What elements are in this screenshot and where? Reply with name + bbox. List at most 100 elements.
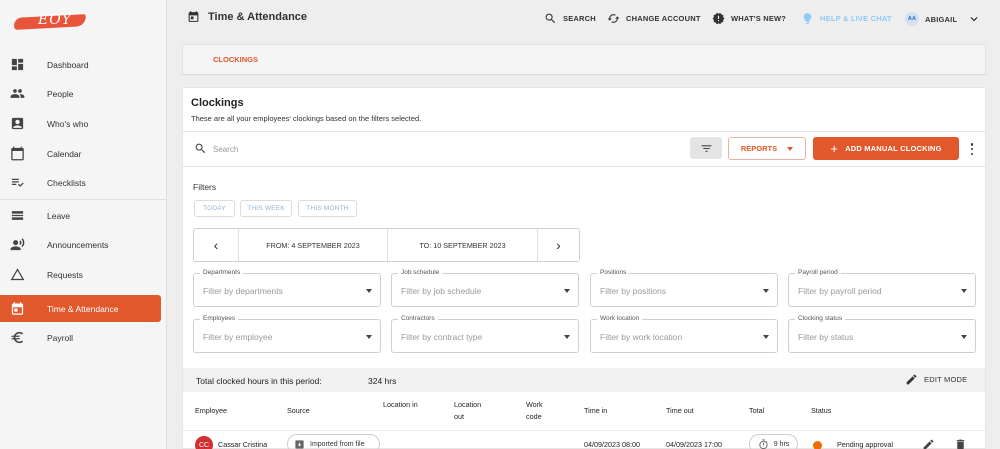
search-button[interactable]: SEARCH	[544, 12, 596, 25]
payroll-period-select[interactable]: Payroll period Filter by payroll period	[788, 269, 976, 307]
time-in-value: 04/09/2023 08:00	[584, 440, 640, 449]
sidebar-item-whos-who[interactable]: Who's who	[0, 110, 161, 137]
sidebar-item-label: Who's who	[47, 118, 89, 129]
sidebar-item-label: Checklists	[47, 177, 86, 188]
col-location-out[interactable]: Location out	[454, 399, 490, 423]
sidebar-item-people[interactable]: People	[0, 80, 161, 107]
filter-icon	[701, 144, 711, 152]
page-title-text: Time & Attendance	[208, 10, 308, 23]
user-menu[interactable]: AA ABIGAIL	[905, 12, 981, 26]
time-out-value: 04/09/2023 17:00	[666, 440, 722, 449]
date-to[interactable]: TO: 10 SEPTEMBER 2023	[388, 229, 538, 261]
sidebar-item-time-attendance[interactable]: Time & Attendance	[0, 295, 161, 322]
help-live-chat-button[interactable]: HELP & LIVE CHAT	[801, 12, 892, 25]
chip-this-month[interactable]: THIS MONTH	[298, 200, 357, 217]
positions-select[interactable]: Positions Filter by positions	[590, 269, 778, 307]
sidebar-item-label: Dashboard	[47, 59, 89, 70]
requests-icon	[0, 267, 47, 282]
company-logo[interactable]: EOY	[13, 12, 88, 32]
contractors-select[interactable]: Contractors Filter by contract type	[391, 315, 579, 353]
reports-dropdown-button[interactable]: REPORTS	[728, 137, 806, 160]
employee-name[interactable]: Cassar Cristina	[218, 440, 267, 449]
delete-icon[interactable]	[954, 438, 967, 449]
col-total[interactable]: Total	[749, 405, 764, 417]
plus-icon: +	[830, 141, 839, 156]
announcement-icon	[0, 237, 47, 252]
col-time-out[interactable]: Time out	[666, 405, 694, 417]
work-location-select[interactable]: Work location Filter by work location	[590, 315, 778, 353]
job-schedule-select[interactable]: Job schedule Filter by job schedule	[391, 269, 579, 307]
date-from[interactable]: FROM: 4 SEPTEMBER 2023	[238, 229, 388, 261]
sidebar: EOY Dashboard People Who's who Calendar …	[0, 0, 167, 449]
sidebar-item-payroll[interactable]: Payroll	[0, 324, 161, 351]
divider	[183, 430, 985, 431]
avatar: CC	[195, 436, 213, 449]
page-title: Time & Attendance	[187, 10, 307, 23]
status-dot	[813, 441, 822, 449]
caret-down-icon	[961, 335, 967, 339]
caret-down-icon	[961, 289, 967, 293]
employees-select[interactable]: Employees Filter by employee	[193, 315, 381, 353]
sidebar-item-dashboard[interactable]: Dashboard	[0, 51, 161, 78]
col-work-code[interactable]: Work code	[526, 399, 552, 423]
checklist-icon	[0, 175, 47, 190]
caret-down-icon	[564, 289, 570, 293]
departments-select[interactable]: Departments Filter by departments	[193, 269, 381, 307]
col-employee[interactable]: Employee	[195, 405, 227, 417]
euro-icon	[0, 330, 47, 345]
total-badge: 9 hrs	[749, 434, 798, 449]
search-icon	[195, 143, 206, 154]
status-text: Pending approval	[837, 440, 893, 449]
sidebar-item-requests[interactable]: Requests	[0, 261, 161, 288]
tab-bar: CLOCKINGS	[182, 44, 986, 75]
col-source[interactable]: Source	[287, 405, 310, 417]
sidebar-item-label: Requests	[47, 269, 83, 280]
more-options-icon[interactable]	[967, 141, 977, 157]
caret-down-icon	[366, 289, 372, 293]
avatar: AA	[905, 12, 919, 26]
sidebar-item-leave[interactable]: Leave	[0, 202, 161, 229]
new-badge-icon	[712, 12, 725, 25]
divider	[183, 166, 985, 167]
sidebar-item-calendar[interactable]: Calendar	[0, 140, 161, 167]
next-period-button[interactable]: ›	[538, 229, 579, 261]
chip-this-week[interactable]: THIS WEEK	[240, 200, 292, 217]
whats-new-button[interactable]: WHAT'S NEW?	[712, 12, 786, 25]
badge-icon	[0, 116, 47, 131]
edit-mode-button[interactable]: EDIT MODE	[905, 373, 967, 386]
prev-period-button[interactable]: ‹	[194, 229, 238, 261]
edit-icon[interactable]	[922, 438, 935, 449]
chip-today[interactable]: TODAY	[194, 200, 235, 217]
total-hours-value: 324 hrs	[368, 376, 397, 386]
col-status[interactable]: Status	[811, 405, 831, 417]
caret-down-icon	[366, 335, 372, 339]
change-account-button[interactable]: CHANGE ACCOUNT	[607, 12, 701, 25]
sidebar-item-label: Announcements	[47, 239, 109, 250]
caret-down-icon	[787, 146, 794, 151]
chevron-left-icon: ‹	[213, 237, 219, 253]
calendar-icon	[0, 146, 47, 161]
pencil-icon	[906, 374, 917, 385]
sidebar-item-checklists[interactable]: Checklists	[0, 169, 161, 196]
col-location-in[interactable]: Location in	[383, 399, 419, 411]
import-file-icon	[295, 439, 304, 449]
chevron-right-icon: ›	[556, 237, 561, 253]
sidebar-item-announcements[interactable]: Announcements	[0, 231, 161, 258]
totals-bar: Total clocked hours in this period: 324 …	[183, 368, 985, 392]
search-icon	[545, 13, 556, 24]
clocking-status-select[interactable]: Clocking status Filter by status	[788, 315, 976, 353]
user-name: ABIGAIL	[925, 14, 958, 24]
filters-heading: Filters	[193, 182, 217, 192]
tab-clockings[interactable]: CLOCKINGS	[213, 55, 258, 64]
search-input[interactable]	[213, 142, 513, 156]
caret-down-icon	[763, 289, 769, 293]
clockings-card: Clockings These are all your employees' …	[182, 87, 986, 449]
total-hours-label: Total clocked hours in this period:	[196, 376, 322, 386]
col-time-in[interactable]: Time in	[584, 405, 607, 417]
sidebar-item-label: Leave	[47, 210, 71, 221]
filter-toggle-button[interactable]	[690, 137, 722, 159]
sidebar-item-label: Time & Attendance	[47, 303, 119, 314]
logo-text: EOY	[38, 12, 72, 28]
calendar-icon	[188, 11, 199, 22]
add-manual-clocking-button[interactable]: + ADD MANUAL CLOCKING	[813, 137, 959, 160]
